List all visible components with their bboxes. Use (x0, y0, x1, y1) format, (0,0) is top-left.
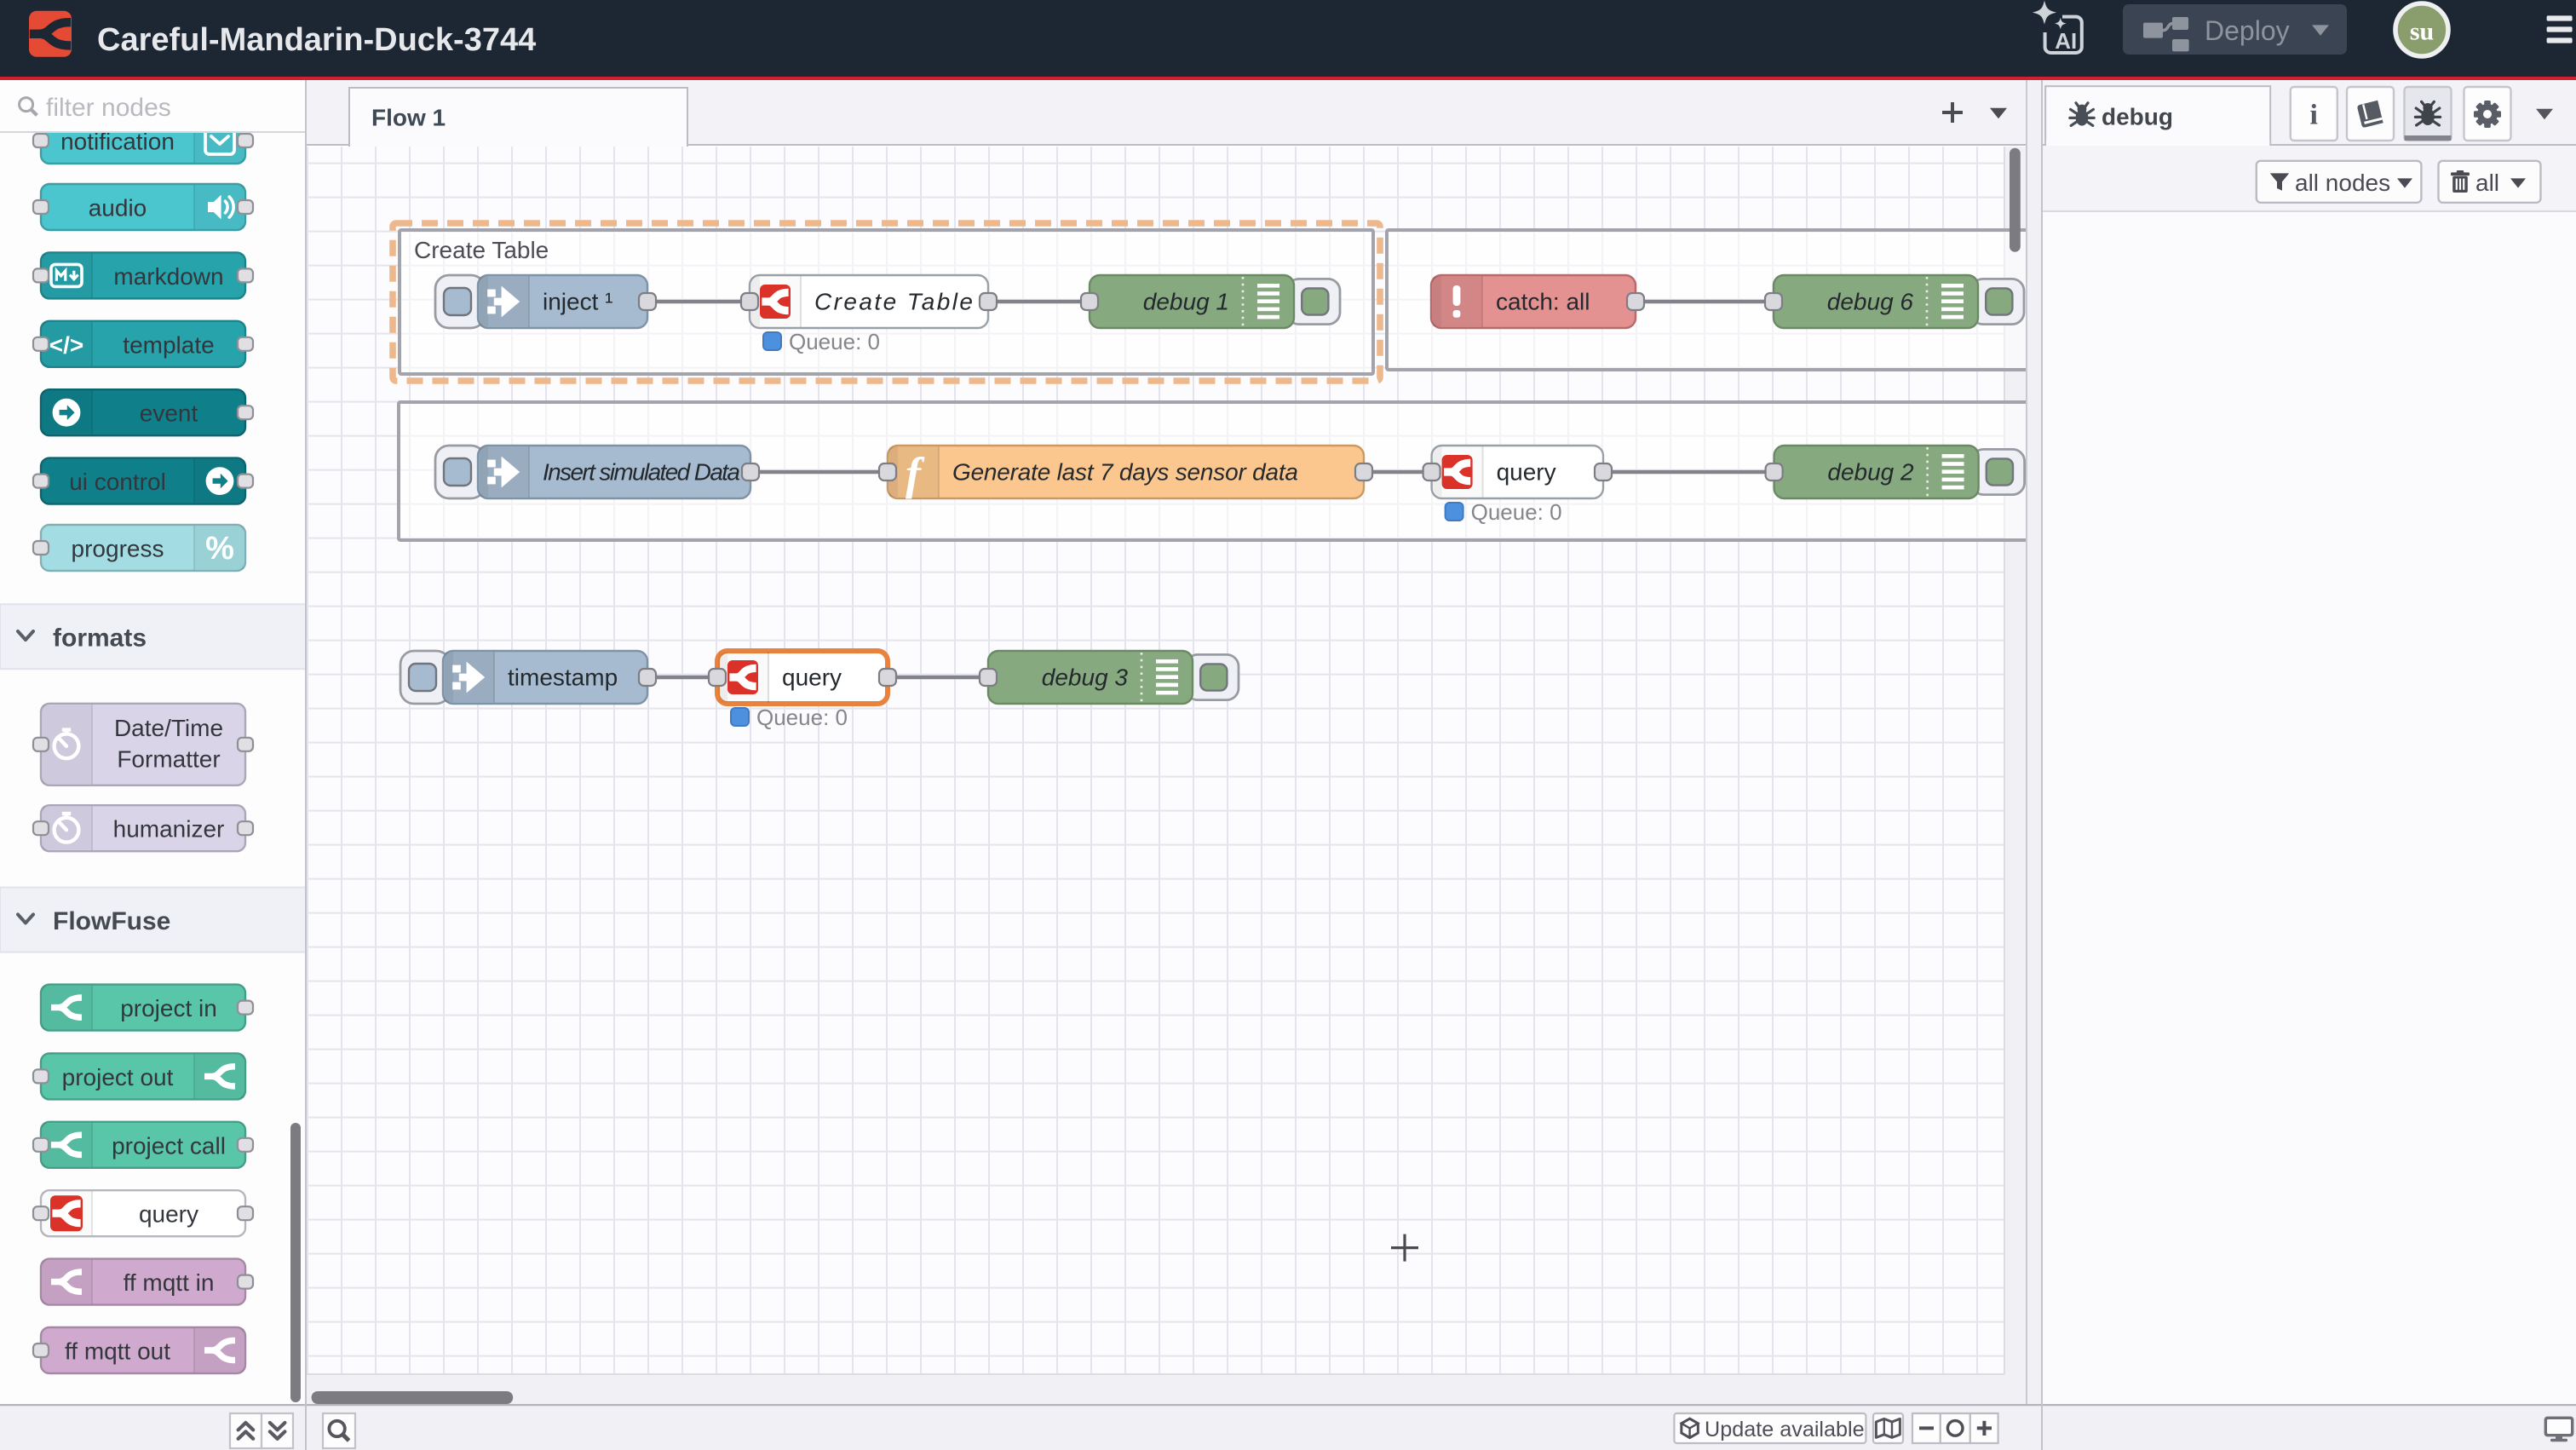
svg-text:catch: all: catch: all (1496, 288, 1590, 314)
svg-text:FlowFuse: FlowFuse (53, 907, 170, 935)
svg-text:event: event (140, 400, 198, 427)
svg-text:%: % (205, 531, 234, 567)
svg-text:ff mqtt in: ff mqtt in (124, 1269, 215, 1296)
svg-text:query: query (139, 1201, 198, 1228)
svg-text:debug 1: debug 1 (1143, 288, 1229, 314)
svg-text:project out: project out (62, 1064, 174, 1090)
svg-text:humanizer: humanizer (113, 816, 225, 843)
svg-text:AI: AI (2055, 28, 2077, 54)
svg-text:su: su (2410, 18, 2434, 46)
svg-text:markdown: markdown (113, 263, 223, 290)
svg-text:i: i (2309, 100, 2317, 131)
svg-text:template: template (123, 331, 214, 358)
svg-text:inject ¹: inject ¹ (543, 288, 612, 314)
svg-text:Insert simulated Data: Insert simulated Data (543, 458, 740, 485)
svg-text:progress: progress (72, 536, 164, 562)
svg-text:query: query (1497, 458, 1556, 485)
svg-text:ui control: ui control (69, 469, 166, 495)
svg-text:Formatter: Formatter (117, 746, 220, 773)
svg-text:project call: project call (112, 1132, 226, 1159)
svg-text:Queue: 0: Queue: 0 (1471, 498, 1562, 524)
svg-text:query: query (782, 664, 842, 690)
svg-text:debug 6: debug 6 (1827, 288, 1914, 314)
svg-text:Generate last 7 days sensor da: Generate last 7 days sensor data (952, 458, 1298, 485)
svg-text:timestamp: timestamp (508, 664, 618, 690)
svg-text:Create Table: Create Table (414, 236, 549, 262)
svg-text:Date/Time: Date/Time (114, 715, 223, 741)
svg-text:debug: debug (2102, 104, 2173, 130)
svg-text:Update available: Update available (1705, 1418, 1865, 1441)
svg-text:debug 3: debug 3 (1042, 664, 1129, 690)
svg-text:Queue: 0: Queue: 0 (756, 704, 848, 729)
svg-text:Deploy: Deploy (2205, 15, 2290, 46)
svg-text:debug 2: debug 2 (1827, 458, 1914, 485)
svg-text:audio: audio (89, 195, 147, 222)
svg-text:Careful-Mandarin-Duck-3744: Careful-Mandarin-Duck-3744 (97, 22, 536, 58)
svg-text:all nodes: all nodes (2295, 170, 2390, 196)
svg-text:all: all (2475, 170, 2499, 196)
svg-text:Flow 1: Flow 1 (371, 105, 446, 131)
svg-text:project in: project in (120, 995, 217, 1021)
svg-text:filter nodes: filter nodes (46, 94, 171, 122)
svg-text:Create Table: Create Table (814, 288, 973, 314)
svg-text:formats: formats (53, 624, 147, 653)
svg-text:notification: notification (60, 133, 175, 155)
svg-text:</>: </> (49, 331, 83, 358)
svg-text:ff mqtt out: ff mqtt out (65, 1338, 170, 1365)
svg-text:Queue: 0: Queue: 0 (789, 328, 880, 354)
